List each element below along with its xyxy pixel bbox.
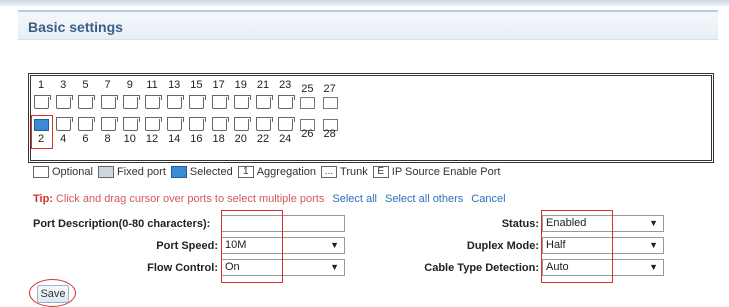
- dropdown-arrow-icon: ▼: [649, 218, 658, 228]
- port-13[interactable]: [167, 95, 185, 109]
- port-18[interactable]: [211, 117, 229, 131]
- select-all-link[interactable]: Select all: [332, 193, 377, 205]
- cable-type-label: Cable Type Detection:: [424, 262, 539, 274]
- flow-control-label: Flow Control:: [147, 262, 218, 274]
- port-3[interactable]: [56, 95, 74, 109]
- port-number: 17: [212, 79, 225, 91]
- port-22[interactable]: [256, 117, 273, 131]
- port-number: 20: [234, 133, 247, 145]
- legend-aggregation: 1 Aggregation: [237, 166, 316, 178]
- port-number: 9: [126, 79, 133, 91]
- port-number: 18: [212, 133, 225, 145]
- port-12[interactable]: [145, 117, 162, 131]
- port-8[interactable]: [100, 117, 118, 131]
- legend-trunk: ... Trunk: [321, 166, 368, 178]
- port-number: 22: [256, 133, 270, 145]
- port-14[interactable]: [167, 117, 185, 131]
- port-16[interactable]: [189, 117, 207, 131]
- port-number: 3: [60, 79, 67, 91]
- port-27[interactable]: [322, 97, 338, 109]
- port-9[interactable]: [122, 95, 140, 109]
- port-4[interactable]: [56, 117, 74, 131]
- port-speed-label: Port Speed:: [156, 240, 218, 252]
- port-21[interactable]: [256, 95, 273, 109]
- port-number: 26: [301, 128, 314, 140]
- legend-fixed: Fixed port: [97, 166, 166, 178]
- port-17[interactable]: [211, 95, 229, 109]
- tip-line: Tip: Click and drag cursor over ports to…: [33, 193, 506, 205]
- duplex-mode-label: Duplex Mode:: [466, 240, 539, 252]
- dropdown-arrow-icon: ▼: [330, 262, 339, 272]
- port-number: 15: [190, 79, 203, 91]
- port-number: 19: [234, 79, 247, 91]
- tip-text: Click and drag cursor over ports to sele…: [55, 193, 325, 205]
- port-6[interactable]: [78, 117, 96, 131]
- legend-ipsource: E IP Source Enable Port: [372, 166, 500, 178]
- legend-selected: Selected: [170, 166, 233, 178]
- tip-label: Tip:: [33, 193, 53, 205]
- port-number: 24: [279, 133, 292, 145]
- port-number: 21: [256, 79, 270, 91]
- port-number: 14: [168, 133, 181, 145]
- port-10[interactable]: [122, 117, 140, 131]
- port-7[interactable]: [100, 95, 118, 109]
- page-title: Basic settings: [28, 19, 123, 35]
- port-number: 4: [60, 133, 67, 145]
- port-number: 7: [104, 79, 111, 91]
- port-number: 8: [104, 133, 111, 145]
- port-25[interactable]: [300, 97, 316, 109]
- ip-source-port-icon: E: [372, 166, 389, 178]
- port-5[interactable]: [78, 95, 96, 109]
- optional-port-icon: [33, 166, 49, 178]
- port-15[interactable]: [189, 95, 207, 109]
- port-number: 10: [123, 133, 136, 145]
- section-header: Basic settings: [18, 10, 718, 40]
- port-23[interactable]: [278, 95, 296, 109]
- aggregation-port-icon: 1: [237, 166, 254, 178]
- port-legend: Optional Fixed port Selected 1 Aggregatio…: [33, 164, 505, 180]
- port-11[interactable]: [145, 95, 162, 109]
- port-number: 28: [323, 128, 336, 140]
- port-number: 11: [146, 79, 158, 91]
- dropdown-arrow-icon: ▼: [649, 262, 658, 272]
- port-number: 1: [37, 79, 45, 91]
- trunk-port-icon: ...: [321, 166, 338, 178]
- port-number: 13: [168, 79, 181, 91]
- port-number: 16: [190, 133, 203, 145]
- cancel-link[interactable]: Cancel: [471, 193, 505, 205]
- port-description-label: Port Description(0-80 characters):: [33, 218, 211, 230]
- fixed-port-icon: [97, 166, 114, 178]
- dropdown-arrow-icon: ▼: [330, 240, 339, 250]
- dropdown-arrow-icon: ▼: [649, 240, 658, 250]
- port-number: 23: [279, 79, 292, 91]
- status-label: Status:: [501, 218, 539, 230]
- select-all-others-link[interactable]: Select all others: [385, 193, 463, 205]
- port-number: 25: [301, 83, 314, 95]
- highlight-box-left: [221, 210, 283, 283]
- port-20[interactable]: [233, 117, 251, 131]
- legend-optional: Optional: [33, 166, 93, 178]
- port-number: 6: [82, 133, 89, 145]
- port-1[interactable]: [34, 95, 51, 109]
- port-19[interactable]: [233, 95, 251, 109]
- port-number: 12: [145, 133, 159, 145]
- save-button[interactable]: Save: [37, 285, 69, 303]
- highlight-box-right: [541, 210, 613, 283]
- selected-port-icon: [170, 166, 187, 178]
- selected-port-highlight: [31, 115, 53, 149]
- port-number: 5: [82, 79, 89, 91]
- port-number: 27: [323, 83, 336, 95]
- top-bar: [0, 0, 729, 6]
- port-24[interactable]: [278, 117, 296, 131]
- port-panel: 1 3 5 7 9 11 13 15 17 19 21 23 25 27 2 4 6 8 10 12 14 16 18 20 2…: [28, 73, 714, 163]
